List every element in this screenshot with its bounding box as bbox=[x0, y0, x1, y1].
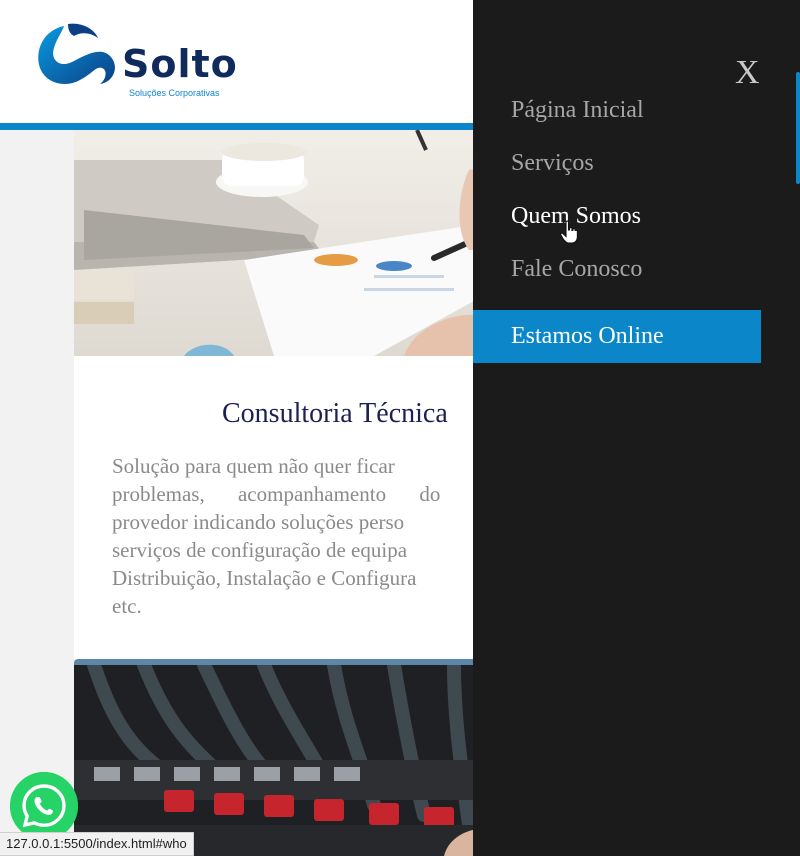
menu-item-fale-conosco[interactable]: Fale Conosco bbox=[511, 256, 642, 283]
office-photo bbox=[74, 130, 494, 356]
hand-pointer-icon bbox=[560, 220, 578, 244]
close-menu-button[interactable]: X bbox=[735, 54, 760, 92]
logo-wordmark: Solto bbox=[122, 42, 238, 86]
estamos-online-label: Estamos Online bbox=[511, 323, 664, 349]
menu-item-pagina-inicial[interactable]: Página Inicial bbox=[511, 97, 644, 124]
status-bar-url: 127.0.0.1:5500/index.html#who bbox=[0, 832, 194, 856]
side-menu-panel bbox=[473, 0, 800, 856]
solto-logo-icon bbox=[38, 23, 115, 84]
network-cables-photo bbox=[74, 665, 494, 856]
card-title: Consultoria Técnica bbox=[222, 398, 448, 429]
menu-item-servicos[interactable]: Serviços bbox=[511, 150, 594, 177]
estamos-online-button[interactable]: Estamos Online bbox=[473, 310, 761, 363]
whatsapp-icon bbox=[10, 772, 78, 840]
logo-tagline: Soluções Corporativas bbox=[129, 88, 220, 98]
whatsapp-button[interactable] bbox=[10, 772, 78, 840]
side-menu-scroll-indicator[interactable] bbox=[796, 72, 800, 184]
logo-link[interactable]: Solto Soluções Corporativas bbox=[34, 22, 264, 102]
